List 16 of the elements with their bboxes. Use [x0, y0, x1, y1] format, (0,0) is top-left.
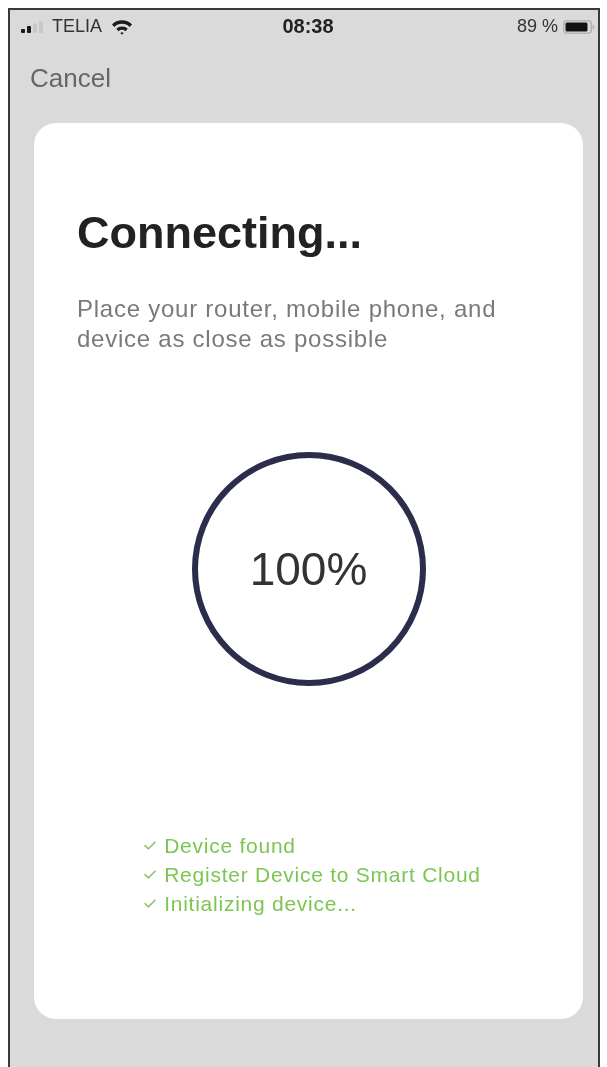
- clock-time: 08:38: [282, 15, 334, 38]
- step-label: Register Device to Smart Cloud: [164, 862, 481, 888]
- battery-icon: [563, 19, 595, 34]
- carrier-name: TELIA: [52, 16, 103, 37]
- check-icon: [144, 870, 157, 879]
- check-icon: [144, 841, 157, 850]
- wifi-icon: [111, 18, 134, 35]
- signal-icon: [21, 20, 43, 33]
- instruction-text: Place your router, mobile phone, and device as close as possible: [77, 294, 498, 354]
- battery-percentage: 89 %: [516, 16, 558, 37]
- cancel-button[interactable]: Cancel: [30, 63, 111, 93]
- page-title: Connecting...: [77, 206, 363, 260]
- progress-percentage: 100%: [249, 542, 368, 596]
- step-label: Initializing device...: [164, 891, 357, 917]
- step-label: Device found: [164, 833, 296, 859]
- check-icon: [144, 899, 157, 908]
